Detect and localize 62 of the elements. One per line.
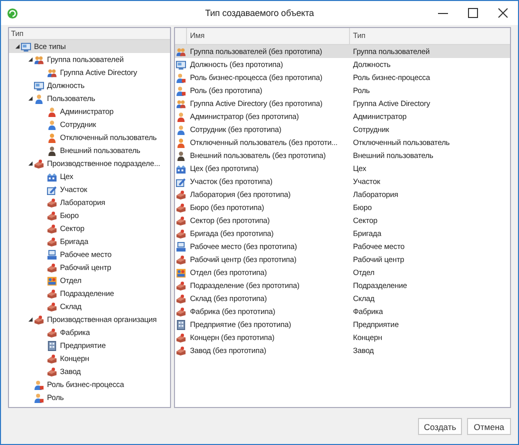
collapse-arrow-icon[interactable] [28, 57, 32, 62]
group-icon [47, 68, 57, 78]
collapse-arrow-icon[interactable] [28, 161, 32, 166]
monitor-icon [34, 80, 44, 90]
bricks-icon [47, 288, 57, 298]
collapse-arrow-icon[interactable] [28, 317, 32, 322]
group-icon [176, 98, 186, 108]
bricks-icon [176, 202, 186, 212]
bricks-icon [176, 254, 186, 264]
bricks-icon [176, 346, 186, 356]
bricks-icon [176, 216, 186, 226]
user-icon [176, 112, 186, 122]
bricks-icon [176, 228, 186, 238]
bricks-icon [47, 262, 57, 272]
factory-icon [47, 172, 57, 182]
desk-icon [47, 250, 57, 260]
user-icon [176, 86, 186, 96]
user-icon [176, 150, 186, 160]
desk-icon [176, 242, 186, 252]
user-icon [47, 132, 57, 142]
bricks-icon [176, 332, 186, 342]
bricks-icon [47, 354, 57, 364]
monitor-icon [21, 42, 31, 52]
collapse-arrow-icon[interactable] [28, 96, 32, 101]
bricks-icon [34, 314, 44, 324]
close-icon [498, 8, 508, 18]
user-icon [176, 72, 186, 82]
user-icon [47, 120, 57, 130]
bricks-icon [176, 306, 186, 316]
app-logo-icon [7, 8, 18, 18]
bricks-icon [47, 198, 57, 208]
bricks-icon [47, 366, 57, 376]
user-icon [34, 392, 44, 402]
bricks-icon [47, 328, 57, 338]
bricks-icon [34, 158, 44, 168]
building-icon [176, 320, 186, 330]
user-icon [47, 146, 57, 156]
pencil-icon [47, 184, 57, 194]
bricks-icon [176, 280, 186, 290]
user-icon [34, 94, 44, 104]
user-icon [47, 106, 57, 116]
bricks-icon [176, 190, 186, 200]
monitor-icon [176, 60, 186, 70]
user-icon [34, 380, 44, 390]
bricks-icon [47, 210, 57, 220]
group-icon [34, 54, 44, 64]
bricks-icon [47, 236, 57, 246]
maximize-icon [468, 8, 478, 18]
cancel-button[interactable]: Отмена [467, 418, 511, 435]
group-icon [176, 46, 186, 56]
pencil-icon [176, 176, 186, 186]
building-icon [47, 340, 57, 350]
user-icon [176, 124, 186, 134]
people-icon [176, 268, 186, 278]
collapse-arrow-icon[interactable] [14, 44, 20, 49]
create-button[interactable]: Создать [418, 418, 462, 435]
window-title: Тип создаваемого объекта [205, 8, 314, 18]
bricks-icon [176, 294, 186, 304]
people-icon [47, 276, 57, 286]
user-icon [176, 138, 186, 148]
bricks-icon [47, 302, 57, 312]
bricks-icon [47, 224, 57, 234]
